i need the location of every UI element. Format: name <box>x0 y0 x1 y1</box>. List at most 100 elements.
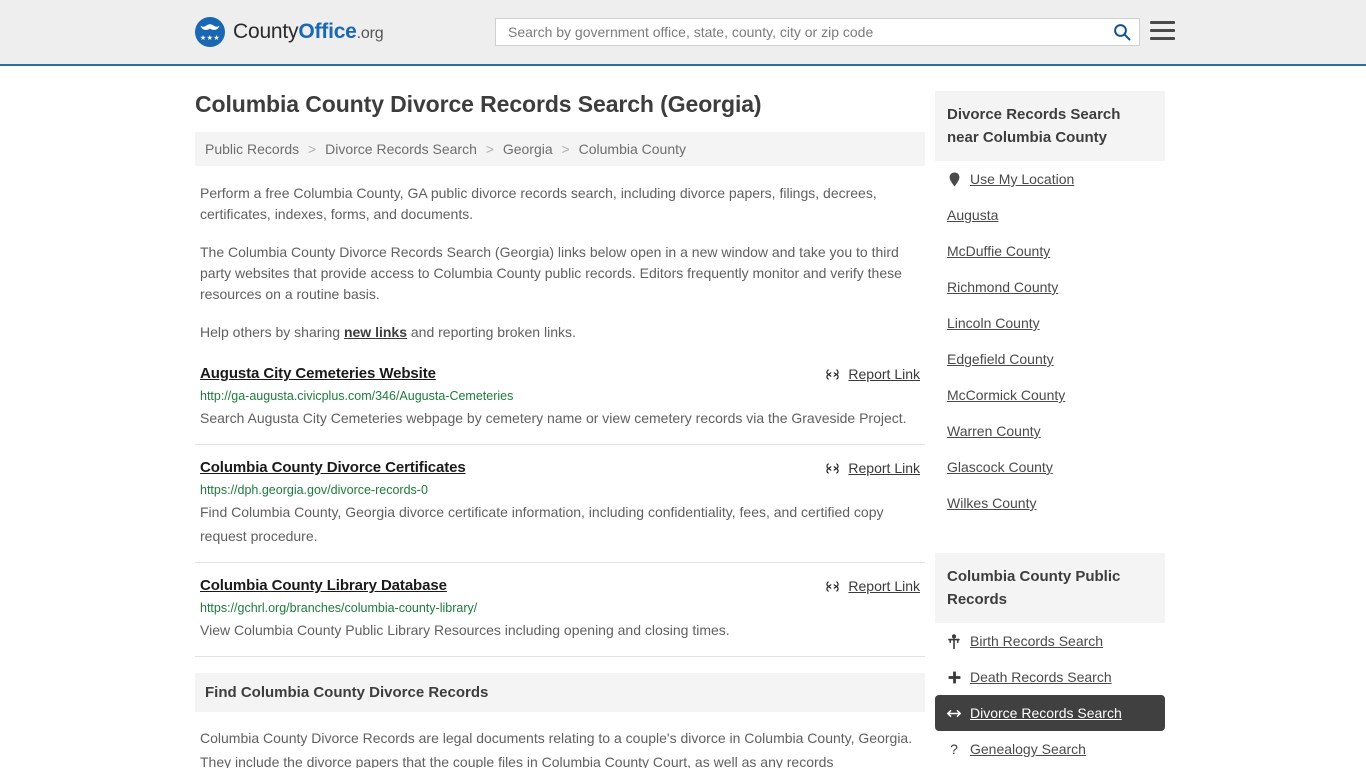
breadcrumb-item-public-records[interactable]: Public Records <box>205 141 299 157</box>
result-title-link[interactable]: Augusta City Cemeteries Website <box>200 365 436 382</box>
results-list: Augusta City Cemeteries Website Report L… <box>195 365 925 657</box>
stars-icon: ★★★ <box>199 35 221 42</box>
logo-text-county: County <box>233 20 299 43</box>
report-link-label: Report Link <box>848 578 920 594</box>
arrows-left-right-glyph <box>947 709 961 717</box>
site-logo[interactable]: ★★★ CountyOffice.org <box>195 17 384 47</box>
result-title-link[interactable]: Columbia County Divorce Certificates <box>200 459 466 476</box>
hamburger-menu-icon[interactable] <box>1150 21 1175 40</box>
sidebar-item-richmond-county[interactable]: Richmond County <box>935 269 1165 305</box>
report-link-label: Report Link <box>848 366 920 382</box>
sidebar-item-death-records-search[interactable]: Death Records Search <box>935 659 1165 695</box>
result-description: Find Columbia County, Georgia divorce ce… <box>200 504 884 544</box>
hamburger-bar <box>1150 21 1175 24</box>
result-item: Augusta City Cemeteries Website Report L… <box>195 365 925 445</box>
sidebar-item-mcduffie-county[interactable]: McDuffie County <box>935 233 1165 269</box>
eagle-icon <box>200 24 220 30</box>
sidebar-place-link[interactable]: McDuffie County <box>947 243 1050 259</box>
sidebar-place-link[interactable]: McCormick County <box>947 387 1065 403</box>
breadcrumb-separator: > <box>561 141 570 157</box>
result-header: Columbia County Divorce Certificates Rep… <box>200 459 920 476</box>
intro-paragraph-1: Perform a free Columbia County, GA publi… <box>200 185 877 222</box>
help-paragraph: Help others by sharing new links and rep… <box>200 322 920 343</box>
sidebar-place-link[interactable]: Edgefield County <box>947 351 1054 367</box>
result-url[interactable]: https://gchrl.org/branches/columbia-coun… <box>200 601 920 615</box>
sidebar-public-records-heading: Columbia County Public Records <box>935 553 1165 623</box>
result-item: Columbia County Library Database Report … <box>195 577 925 657</box>
baby-icon <box>947 633 961 649</box>
sidebar-item-birth-records-search[interactable]: Birth Records Search <box>935 623 1165 659</box>
search-icon[interactable] <box>1113 23 1131 41</box>
search-input[interactable] <box>506 23 1113 41</box>
result-header: Augusta City Cemeteries Website Report L… <box>200 365 920 382</box>
intro-text: Perform a free Columbia County, GA publi… <box>195 183 925 343</box>
sidebar-item-mccormick-county[interactable]: McCormick County <box>935 377 1165 413</box>
find-records-heading: Find Columbia County Divorce Records <box>195 673 925 712</box>
sidebar-item-wilkes-county[interactable]: Wilkes County <box>935 485 1165 521</box>
report-link-button[interactable]: Report Link <box>825 578 920 594</box>
sidebar-item-lincoln-county[interactable]: Lincoln County <box>935 305 1165 341</box>
sidebar-item-genealogy-search[interactable]: ? Genealogy Search <box>935 731 1165 767</box>
find-records-paragraph: Columbia County Divorce Records are lega… <box>200 730 913 768</box>
sidebar: Divorce Records Search near Columbia Cou… <box>935 66 1165 768</box>
sidebar-place-link[interactable]: Richmond County <box>947 279 1058 295</box>
help-suffix: and reporting broken links. <box>407 324 576 340</box>
logo-text: CountyOffice.org <box>233 20 384 44</box>
result-description: View Columbia County Public Library Reso… <box>200 622 730 638</box>
report-link-button[interactable]: Report Link <box>825 460 920 476</box>
sidebar-record-link[interactable]: Death Records Search <box>970 669 1112 685</box>
cross-icon <box>947 671 961 684</box>
result-url[interactable]: https://dph.georgia.gov/divorce-records-… <box>200 483 920 497</box>
result-title-link[interactable]: Columbia County Library Database <box>200 577 447 594</box>
search-box[interactable] <box>495 18 1140 46</box>
new-links-link[interactable]: new links <box>344 324 407 340</box>
sidebar-public-records-list: Birth Records Search Death Records Searc… <box>935 623 1165 767</box>
sidebar-place-link[interactable]: Wilkes County <box>947 495 1036 511</box>
result-description: Search Augusta City Cemeteries webpage b… <box>200 410 907 426</box>
main-content: Columbia County Divorce Records Search (… <box>195 66 925 768</box>
arrows-left-right-icon <box>947 708 961 719</box>
sidebar-record-link[interactable]: Divorce Records Search <box>970 705 1122 721</box>
report-link-label: Report Link <box>848 460 920 476</box>
use-my-location-link[interactable]: Use My Location <box>970 171 1074 187</box>
breadcrumb-item-divorce-records-search[interactable]: Divorce Records Search <box>325 141 477 157</box>
breadcrumb-item-georgia[interactable]: Georgia <box>503 141 553 157</box>
hamburger-bar <box>1150 37 1175 40</box>
page-body: Columbia County Divorce Records Search (… <box>0 66 1366 768</box>
breadcrumb: Public Records > Divorce Records Search … <box>195 132 925 166</box>
sidebar-item-glascock-county[interactable]: Glascock County <box>935 449 1165 485</box>
result-item: Columbia County Divorce Certificates Rep… <box>195 459 925 563</box>
sidebar-record-link[interactable]: Birth Records Search <box>970 633 1103 649</box>
search-bar <box>495 18 1140 46</box>
logo-text-office: Office <box>298 20 357 43</box>
breadcrumb-separator: > <box>485 141 494 157</box>
sidebar-item-use-my-location[interactable]: Use My Location <box>935 161 1165 197</box>
sidebar-place-link[interactable]: Glascock County <box>947 459 1053 475</box>
logo-text-tld: .org <box>356 25 384 42</box>
sidebar-place-link[interactable]: Augusta <box>947 207 998 223</box>
result-url[interactable]: http://ga-augusta.civicplus.com/346/Augu… <box>200 389 920 403</box>
sidebar-place-link[interactable]: Warren County <box>947 423 1041 439</box>
sidebar-item-edgefield-county[interactable]: Edgefield County <box>935 341 1165 377</box>
breadcrumb-separator: > <box>308 141 317 157</box>
map-pin-icon <box>947 172 961 187</box>
sidebar-place-link[interactable]: Lincoln County <box>947 315 1040 331</box>
sidebar-item-divorce-records-search[interactable]: Divorce Records Search <box>935 695 1165 731</box>
hamburger-bar <box>1150 29 1175 32</box>
broken-link-icon <box>826 368 840 380</box>
result-header: Columbia County Library Database Report … <box>200 577 920 594</box>
intro-paragraph-2: The Columbia County Divorce Records Sear… <box>200 244 902 302</box>
sidebar-nearby-list: Use My Location Augusta McDuffie County … <box>935 161 1165 521</box>
sidebar-item-augusta[interactable]: Augusta <box>935 197 1165 233</box>
map-pin-glyph <box>949 172 959 186</box>
sidebar-record-link[interactable]: Genealogy Search <box>970 741 1086 757</box>
broken-link-icon <box>826 580 840 592</box>
eagle-shield-logo-icon: ★★★ <box>195 17 225 47</box>
broken-link-icon <box>826 462 840 474</box>
question-mark-icon: ? <box>950 741 958 757</box>
sidebar-nearby-heading: Divorce Records Search near Columbia Cou… <box>935 91 1165 161</box>
sidebar-item-warren-county[interactable]: Warren County <box>935 413 1165 449</box>
report-link-button[interactable]: Report Link <box>825 366 920 382</box>
baby-glyph <box>948 633 960 649</box>
breadcrumb-item-columbia-county[interactable]: Columbia County <box>579 141 686 157</box>
